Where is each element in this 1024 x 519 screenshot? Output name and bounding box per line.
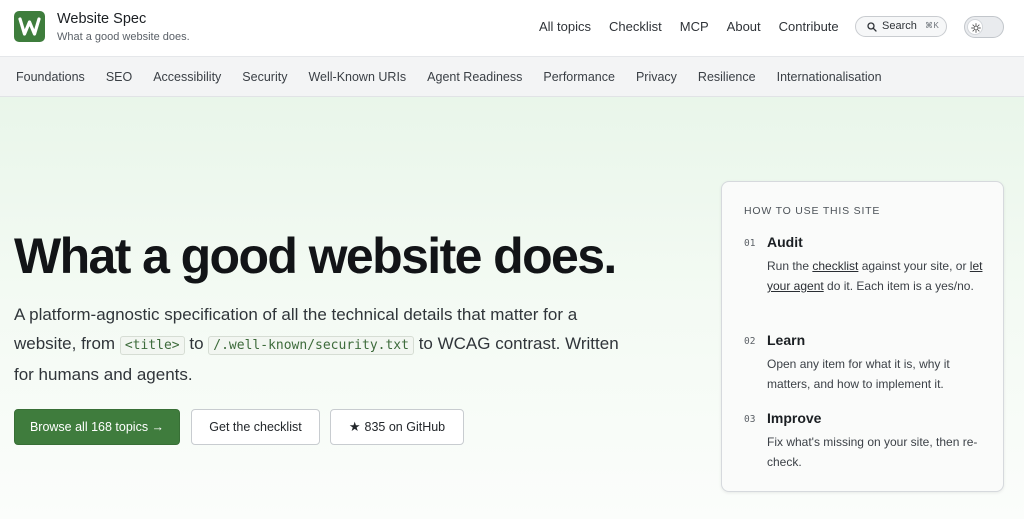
nav-about[interactable]: About [727,19,761,34]
step-number: 03 [744,414,756,425]
category-privacy[interactable]: Privacy [636,70,677,84]
hero-section: What a good website does. A platform-agn… [0,97,1024,519]
step-number: 02 [744,336,756,347]
step-body: Run the checklist against your site, or … [767,256,995,296]
code-security-txt: /.well-known/security.txt [208,336,414,355]
nav-contribute[interactable]: Contribute [779,19,839,34]
search-button[interactable]: Search ⌘K [855,16,947,37]
category-internationalisation[interactable]: Internationalisation [777,70,882,84]
search-label: Search [882,20,917,32]
site-tagline: What a good website does. [57,31,190,43]
github-button[interactable]: ★ 835 on GitHub [330,409,464,445]
category-foundations[interactable]: Foundations [16,70,85,84]
category-bar: Foundations SEO Accessibility Security W… [0,57,1024,97]
site-name[interactable]: Website Spec [57,11,146,27]
nav-checklist[interactable]: Checklist [609,19,662,34]
hero-desc-part2: to [189,334,204,353]
sun-icon [971,23,981,33]
step-heading: Audit [767,234,803,250]
category-accessibility[interactable]: Accessibility [153,70,221,84]
category-agent-readiness[interactable]: Agent Readiness [427,70,522,84]
step-heading: Learn [767,332,806,348]
code-title-tag: <title> [119,336,185,355]
category-seo[interactable]: SEO [106,70,132,84]
category-resilience[interactable]: Resilience [698,70,756,84]
category-well-known-uris[interactable]: Well-Known URIs [308,70,406,84]
toggle-knob [967,19,983,35]
site-header: Website Spec What a good website does. A… [0,0,1024,57]
step-body-text: Run the [767,259,813,273]
step-number: 01 [744,238,756,249]
step-heading: Improve [767,410,822,426]
category-performance[interactable]: Performance [543,70,615,84]
hero-description: A platform-agnostic specification of all… [14,300,634,389]
logo-icon[interactable] [14,11,45,42]
search-shortcut: ⌘K [925,21,940,30]
step-body-text: against your site, or [858,259,970,273]
browse-topics-button[interactable]: Browse all 168 topics → [14,409,180,445]
star-icon: ★ [348,419,361,434]
github-label: 835 on GitHub [364,420,446,434]
nav-mcp[interactable]: MCP [680,19,709,34]
how-to-title: HOW TO USE THIS SITE [744,205,881,217]
checklist-link[interactable]: checklist [812,259,858,273]
theme-toggle[interactable] [964,16,1004,38]
search-icon [867,22,877,32]
get-checklist-button[interactable]: Get the checklist [191,409,320,445]
step-body: Fix what's missing on your site, then re… [767,435,978,469]
step-body-text: do it. Each item is a yes/no. [823,279,974,293]
category-security[interactable]: Security [242,70,287,84]
step-body: Open any item for what it is, why it mat… [767,357,950,391]
how-to-use-card: HOW TO USE THIS SITE 01 Audit Run the ch… [721,181,1004,492]
hero-title: What a good website does. [14,228,617,284]
top-nav: All topics Checklist MCP About Contribut… [539,19,857,34]
nav-all-topics[interactable]: All topics [539,19,591,34]
